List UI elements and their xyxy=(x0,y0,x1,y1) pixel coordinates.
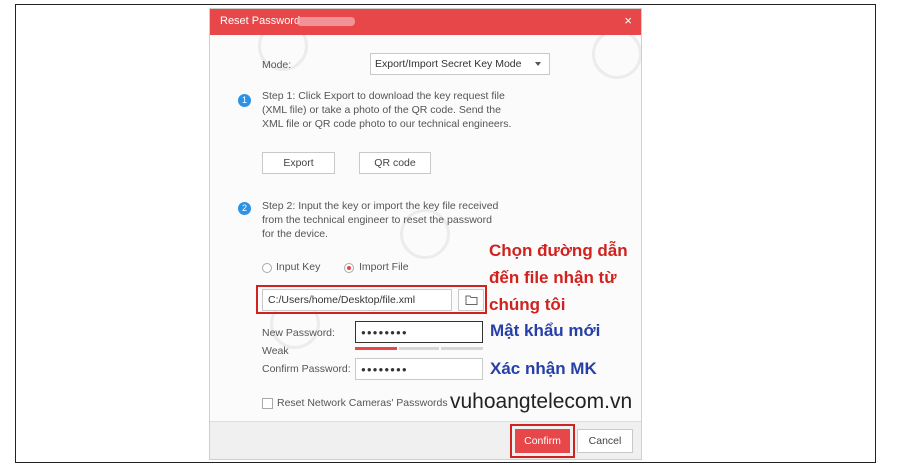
watermark-logo xyxy=(592,29,641,79)
reset-cameras-label: Reset Network Cameras' Passwords xyxy=(277,397,448,409)
website-watermark: vuhoangtelecom.vn xyxy=(450,390,633,413)
strength-bar-segment xyxy=(441,347,483,350)
confirm-password-label: Confirm Password: xyxy=(262,363,351,375)
file-path-highlight xyxy=(256,285,487,314)
annotation-confirm-password: Xác nhận MK xyxy=(490,359,597,378)
input-key-radio[interactable] xyxy=(262,263,272,273)
strength-bar-segment-active xyxy=(355,347,397,350)
step-1-badge: 1 xyxy=(238,94,251,107)
close-icon[interactable]: × xyxy=(624,13,632,29)
step-2-badge: 2 xyxy=(238,202,251,215)
new-password-input[interactable]: ●●●●●●●● xyxy=(355,321,483,343)
mode-select-value: Export/Import Secret Key Mode xyxy=(375,58,522,70)
qr-code-button[interactable]: QR code xyxy=(359,152,431,174)
confirm-password-input[interactable]: ●●●●●●●● xyxy=(355,358,483,380)
mode-label: Mode: xyxy=(262,59,292,71)
step-2-text: Step 2: Input the key or import the key … xyxy=(262,200,499,240)
chevron-down-icon xyxy=(535,62,541,66)
mode-select[interactable]: Export/Import Secret Key Mode xyxy=(370,53,550,75)
input-key-label: Input Key xyxy=(276,261,321,273)
annotation-choose-path-1: Chọn đường dẫn xyxy=(489,241,628,260)
reset-cameras-checkbox[interactable] xyxy=(262,398,273,409)
import-file-radio[interactable] xyxy=(344,263,354,273)
password-strength-label: Weak xyxy=(262,345,289,357)
confirm-highlight xyxy=(510,424,575,458)
new-password-label: New Password: xyxy=(262,327,335,339)
strength-bar-segment xyxy=(399,347,439,350)
cancel-button[interactable]: Cancel xyxy=(577,429,633,453)
dialog-title: Reset Password xyxy=(220,15,301,27)
annotation-choose-path-3: chúng tôi xyxy=(489,295,566,314)
annotation-choose-path-2: đến file nhận từ xyxy=(489,268,617,287)
export-button[interactable]: Export xyxy=(262,152,335,174)
blurred-device-name xyxy=(297,17,355,26)
annotation-new-password: Mật khẩu mới xyxy=(490,321,601,340)
step-1-text: Step 1: Click Export to download the key… xyxy=(262,90,512,130)
import-file-label: Import File xyxy=(359,261,409,273)
dialog-titlebar: Reset Password × xyxy=(210,9,641,35)
